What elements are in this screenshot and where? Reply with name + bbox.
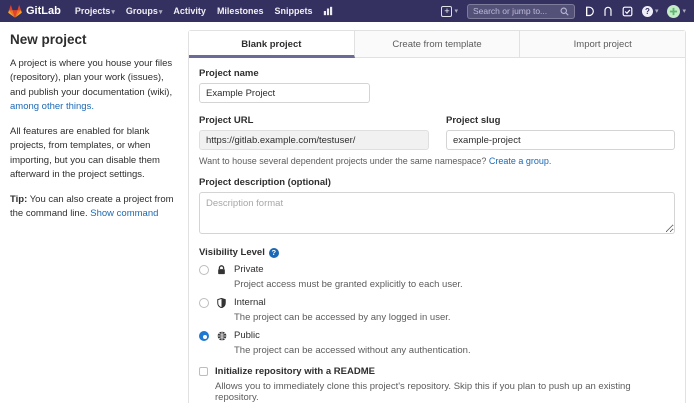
- nav-item-groups[interactable]: Groups▾: [126, 6, 163, 16]
- shield-icon: [216, 298, 227, 308]
- visibility-option-name: Private: [234, 264, 264, 275]
- project-description-label: Project description (optional): [199, 177, 675, 188]
- sidebar-help-panel: New project A project is where you house…: [0, 22, 188, 233]
- chevron-down-icon: ▾: [111, 9, 115, 16]
- chevron-down-icon: ▾: [682, 7, 686, 15]
- issues-icon[interactable]: [584, 6, 594, 17]
- brand-name: GitLab: [26, 5, 61, 17]
- visibility-option-public: Public The project can be accessed witho…: [199, 330, 675, 356]
- chevron-down-icon: ▾: [454, 7, 458, 15]
- help-menu-button[interactable]: ? ▾: [642, 6, 659, 17]
- search-input[interactable]: [473, 6, 556, 16]
- help-icon[interactable]: ?: [269, 248, 279, 258]
- top-navbar: GitLab Projects▾ Groups▾ Activity Milest…: [0, 0, 694, 22]
- lock-icon: [216, 265, 227, 275]
- gitlab-logo[interactable]: GitLab: [8, 5, 61, 18]
- visibility-option-description: Project access must be granted explicitl…: [234, 279, 463, 290]
- visibility-option-name: Internal: [234, 297, 266, 308]
- chevron-down-icon: ▾: [655, 7, 659, 15]
- nav-item-activity[interactable]: Activity: [173, 6, 206, 16]
- avatar: [667, 5, 680, 18]
- project-name-input[interactable]: [199, 83, 370, 103]
- nav-item-projects[interactable]: Projects▾: [75, 6, 115, 16]
- sidebar-paragraph-2: All features are enabled for blank proje…: [10, 125, 176, 182]
- blank-project-form: Project name Project URL https://gitlab.…: [189, 58, 685, 403]
- primary-nav: Projects▾ Groups▾ Activity Milestones Sn…: [75, 6, 436, 16]
- tab-import-project[interactable]: Import project: [520, 31, 685, 58]
- sidebar-tip: Tip: You can also create a project from …: [10, 193, 176, 222]
- namespace-hint: Want to house several dependent projects…: [199, 156, 675, 166]
- nav-item-snippets[interactable]: Snippets: [274, 6, 312, 16]
- show-command-link[interactable]: Show command: [90, 208, 158, 219]
- private-radio[interactable]: [199, 265, 209, 275]
- nav-item-milestones[interactable]: Milestones: [217, 6, 264, 16]
- readme-option: Initialize repository with a README Allo…: [199, 366, 675, 403]
- project-url-field[interactable]: https://gitlab.example.com/testuser/: [199, 130, 429, 150]
- navbar-right: + ▾ ? ▾ ▾: [441, 4, 686, 19]
- project-slug-label: Project slug: [446, 115, 675, 126]
- readme-description: Allows you to immediately clone this pro…: [215, 381, 675, 403]
- search-box[interactable]: [467, 4, 575, 19]
- search-icon: [560, 7, 569, 16]
- public-radio[interactable]: [199, 331, 209, 341]
- chevron-down-icon: ▾: [159, 9, 163, 16]
- todos-icon[interactable]: [622, 6, 633, 17]
- question-icon: ?: [642, 6, 653, 17]
- among-other-things-link[interactable]: among other things.: [10, 101, 94, 112]
- tab-create-from-template[interactable]: Create from template: [355, 31, 521, 58]
- plus-icon: +: [441, 6, 452, 17]
- readme-label: Initialize repository with a README: [215, 366, 675, 377]
- visibility-option-description: The project can be accessed by any logge…: [234, 312, 451, 323]
- visibility-option-private: Private Project access must be granted e…: [199, 264, 675, 290]
- new-project-panel: Blank project Create from template Impor…: [188, 30, 686, 403]
- visibility-level-label: Visibility Level: [199, 247, 265, 258]
- visibility-option-internal: Internal The project can be accessed by …: [199, 297, 675, 323]
- chart-icon[interactable]: [323, 6, 333, 16]
- create-a-group-link[interactable]: Create a group.: [489, 156, 552, 166]
- project-description-textarea[interactable]: [199, 192, 675, 234]
- project-name-label: Project name: [199, 68, 675, 79]
- user-menu-button[interactable]: ▾: [667, 5, 686, 18]
- page-title: New project: [10, 32, 176, 47]
- project-slug-input[interactable]: [446, 130, 675, 150]
- project-tabs: Blank project Create from template Impor…: [189, 31, 685, 58]
- tanuki-icon: [8, 5, 22, 18]
- globe-icon: [216, 331, 227, 341]
- sidebar-paragraph-1: A project is where you house your files …: [10, 57, 176, 114]
- project-url-label: Project URL: [199, 115, 429, 126]
- internal-radio[interactable]: [199, 298, 209, 308]
- merge-requests-icon[interactable]: [603, 6, 613, 17]
- visibility-option-name: Public: [234, 330, 260, 341]
- new-menu-button[interactable]: + ▾: [441, 6, 458, 17]
- tab-blank-project[interactable]: Blank project: [189, 31, 355, 58]
- visibility-option-description: The project can be accessed without any …: [234, 345, 471, 356]
- readme-checkbox[interactable]: [199, 367, 208, 376]
